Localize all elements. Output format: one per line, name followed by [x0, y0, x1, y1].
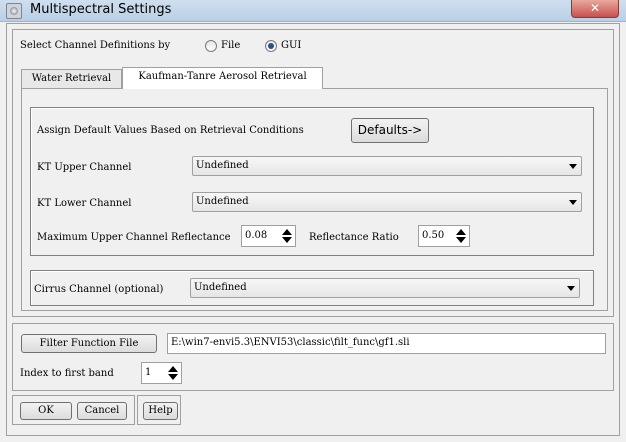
spin-down-icon[interactable] [168, 374, 178, 380]
close-icon: ✕ [589, 1, 601, 15]
defaults-label: Assign Default Values Based on Retrieval… [37, 125, 304, 136]
ratio-value[interactable]: 0.50 [422, 230, 444, 241]
tab-aerosol-retrieval[interactable]: Kaufman-Tanre Aerosol Retrieval [122, 67, 323, 89]
ratio-label: Reflectance Ratio [309, 232, 399, 243]
cirrus-value: Undefined [194, 282, 247, 293]
kt-lower-label: KT Lower Channel [37, 198, 132, 209]
tab-water-retrieval-label: Water Retrieval [31, 73, 112, 84]
title-bar[interactable]: Multispectral Settings [0, 0, 626, 22]
tab-water-retrieval[interactable]: Water Retrieval [21, 69, 122, 89]
help-button[interactable]: Help [143, 402, 178, 420]
spin-down-icon[interactable] [456, 237, 466, 243]
filter-path-field[interactable]: E:\win7-envi5.3\ENVI53\classic\filt_func… [167, 333, 606, 354]
cancel-button[interactable]: Cancel [77, 402, 127, 420]
filter-function-file-button[interactable]: Filter Function File [21, 334, 157, 353]
close-button[interactable]: ✕ [571, 0, 619, 18]
spin-up-icon[interactable] [282, 229, 292, 235]
chevron-down-icon [567, 286, 575, 291]
app-icon [6, 3, 22, 19]
index-label: Index to first band [20, 368, 114, 379]
ratio-stepper[interactable]: 0.50 [418, 225, 470, 247]
chevron-down-icon [569, 200, 577, 205]
window-title: Multispectral Settings [30, 2, 172, 17]
index-value[interactable]: 1 [145, 367, 151, 378]
spin-up-icon[interactable] [168, 366, 178, 372]
ok-button[interactable]: OK [20, 402, 72, 420]
radio-gui[interactable] [265, 40, 277, 52]
max-upper-value[interactable]: 0.08 [245, 230, 267, 241]
filter-path-value[interactable]: E:\win7-envi5.3\ENVI53\classic\filt_func… [171, 337, 410, 348]
index-stepper[interactable]: 1 [141, 362, 182, 384]
cirrus-label: Cirrus Channel (optional) [34, 284, 164, 295]
cirrus-dropdown[interactable]: Undefined [190, 278, 580, 298]
tab-aerosol-retrieval-label: Kaufman-Tanre Aerosol Retrieval [138, 71, 307, 82]
spin-down-icon[interactable] [282, 237, 292, 243]
max-upper-stepper[interactable]: 0.08 [241, 225, 296, 247]
radio-file[interactable] [205, 40, 217, 52]
kt-lower-value: Undefined [196, 196, 249, 207]
kt-lower-dropdown[interactable]: Undefined [192, 192, 582, 212]
defaults-button[interactable]: Defaults-> [351, 118, 429, 143]
kt-upper-dropdown[interactable]: Undefined [192, 156, 582, 176]
spin-up-icon[interactable] [456, 229, 466, 235]
radio-gui-label[interactable]: GUI [281, 40, 301, 51]
radio-file-label[interactable]: File [221, 40, 240, 51]
kt-upper-label: KT Upper Channel [37, 162, 132, 173]
chevron-down-icon [569, 164, 577, 169]
channel-definitions-label: Select Channel Definitions by [20, 40, 171, 51]
kt-upper-value: Undefined [196, 160, 249, 171]
max-upper-label: Maximum Upper Channel Reflectance [37, 232, 231, 243]
